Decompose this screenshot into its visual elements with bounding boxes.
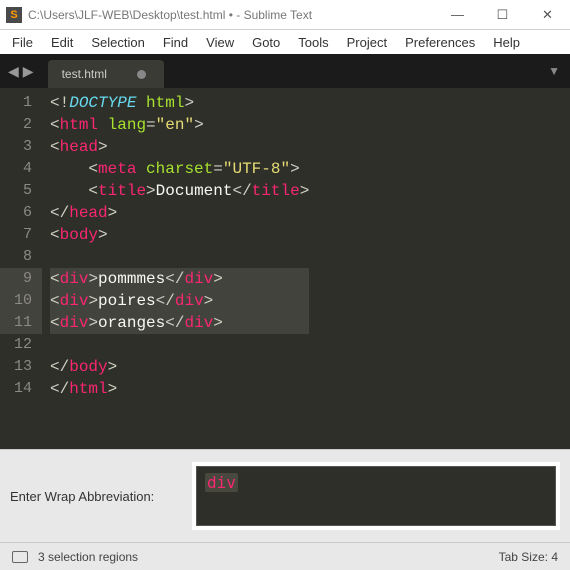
line-number: 7	[14, 224, 32, 246]
tab-dropdown-icon[interactable]: ▼	[548, 64, 560, 78]
status-selection-info[interactable]: 3 selection regions	[38, 550, 138, 564]
code-line[interactable]: <title>Document</title>	[50, 180, 309, 202]
code-line[interactable]: <meta charset="UTF-8">	[50, 158, 309, 180]
code-line[interactable]: <!DOCTYPE html>	[50, 92, 309, 114]
line-number-gutter: 1234567891011121314	[0, 88, 42, 449]
menu-item-help[interactable]: Help	[485, 33, 528, 52]
menu-item-view[interactable]: View	[198, 33, 242, 52]
menu-item-file[interactable]: File	[4, 33, 41, 52]
code-line[interactable]: </html>	[50, 378, 309, 400]
tab-label: test.html	[62, 67, 107, 81]
wrap-abbreviation-panel: Enter Wrap Abbreviation: div	[0, 449, 570, 542]
status-tab-size[interactable]: Tab Size: 4	[499, 550, 558, 564]
tab-nav-forward-icon[interactable]: ▶	[23, 63, 34, 80]
menu-bar: FileEditSelectionFindViewGotoToolsProjec…	[0, 30, 570, 54]
line-number: 11	[0, 312, 42, 334]
wrap-abbreviation-input[interactable]: div	[196, 466, 556, 526]
menu-item-tools[interactable]: Tools	[290, 33, 336, 52]
code-line[interactable]: <div>poires</div>	[50, 290, 309, 312]
code-line[interactable]: <div>oranges</div>	[50, 312, 309, 334]
maximize-button[interactable]: ☐	[480, 0, 525, 29]
line-number: 1	[14, 92, 32, 114]
code-line[interactable]: <body>	[50, 224, 309, 246]
menu-item-goto[interactable]: Goto	[244, 33, 288, 52]
menu-item-selection[interactable]: Selection	[83, 33, 152, 52]
wrap-prompt-label: Enter Wrap Abbreviation:	[10, 489, 180, 504]
tab-bar: ◀ ▶ test.html ▼	[0, 54, 570, 88]
menu-item-preferences[interactable]: Preferences	[397, 33, 483, 52]
minimize-button[interactable]: —	[435, 0, 480, 29]
tab-file[interactable]: test.html	[48, 60, 164, 88]
menu-item-find[interactable]: Find	[155, 33, 196, 52]
code-line[interactable]: <html lang="en">	[50, 114, 309, 136]
line-number: 6	[14, 202, 32, 224]
panel-switcher-icon[interactable]	[12, 551, 28, 563]
code-line[interactable]: </body>	[50, 356, 309, 378]
window-controls: — ☐ ✕	[435, 0, 570, 29]
code-line[interactable]: <head>	[50, 136, 309, 158]
code-line[interactable]	[50, 246, 309, 268]
code-editor[interactable]: 1234567891011121314 <!DOCTYPE html><html…	[0, 88, 570, 449]
tab-nav-back-icon[interactable]: ◀	[8, 63, 19, 80]
menu-item-edit[interactable]: Edit	[43, 33, 81, 52]
code-area[interactable]: <!DOCTYPE html><html lang="en"><head> <m…	[42, 88, 309, 449]
line-number: 5	[14, 180, 32, 202]
line-number: 9	[0, 268, 42, 290]
line-number: 10	[0, 290, 42, 312]
code-line[interactable]	[50, 334, 309, 356]
app-icon: S	[6, 7, 22, 23]
line-number: 4	[14, 158, 32, 180]
code-line[interactable]: <div>pommmes</div>	[50, 268, 309, 290]
line-number: 2	[14, 114, 32, 136]
dirty-indicator-icon	[137, 70, 146, 79]
line-number: 14	[14, 378, 32, 400]
close-button[interactable]: ✕	[525, 0, 570, 29]
menu-item-project[interactable]: Project	[339, 33, 395, 52]
line-number: 3	[14, 136, 32, 158]
wrap-input-container: div	[192, 462, 560, 530]
code-line[interactable]: </head>	[50, 202, 309, 224]
line-number: 13	[14, 356, 32, 378]
line-number: 12	[14, 334, 32, 356]
status-bar: 3 selection regions Tab Size: 4	[0, 542, 570, 570]
window-titlebar: S C:\Users\JLF-WEB\Desktop\test.html • -…	[0, 0, 570, 30]
window-title: C:\Users\JLF-WEB\Desktop\test.html • - S…	[28, 8, 312, 22]
line-number: 8	[14, 246, 32, 268]
